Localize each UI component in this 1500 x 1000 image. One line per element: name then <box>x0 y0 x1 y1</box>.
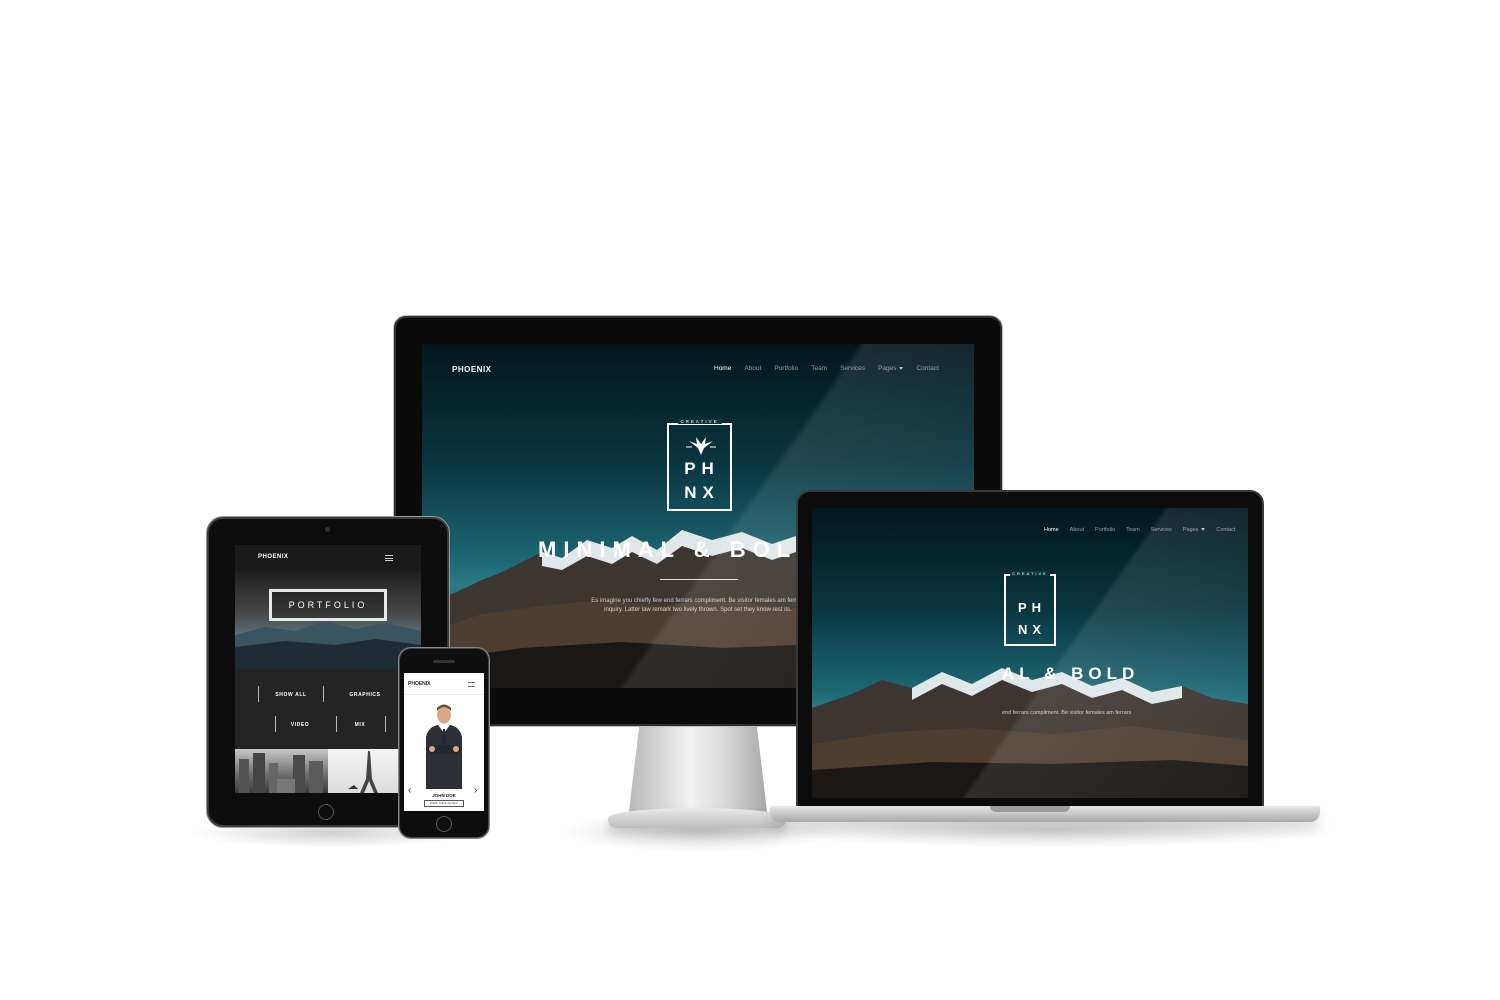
laptop-nav-about[interactable]: About <box>1070 527 1084 533</box>
laptop-emblem-top-text: CREATIVE <box>1010 571 1050 576</box>
laptop-nav: Home About Portfolio Team Services Pages… <box>1044 527 1235 533</box>
phone-navbar: PHOENIX <box>404 673 484 695</box>
creative-emblem: CREATIVE PH NX <box>667 419 732 511</box>
main-nav: Home About Portfolio Team Services Pages… <box>714 365 939 372</box>
team-member-photo <box>426 704 462 789</box>
phone-menu-icon[interactable] <box>468 682 475 687</box>
filter-separator <box>323 686 324 702</box>
nav-team[interactable]: Team <box>811 365 827 372</box>
laptop-screen: Home About Portfolio Team Services Pages… <box>812 508 1248 798</box>
filter-video[interactable]: VIDEO <box>279 722 321 728</box>
site-logo[interactable]: PHOENIX <box>452 365 492 374</box>
laptop-nav-pages-label: Pages <box>1182 527 1199 533</box>
filter-show-all[interactable]: SHOW ALL <box>265 692 317 698</box>
portfolio-thumb-city[interactable] <box>235 749 328 793</box>
tablet-home-button[interactable] <box>318 804 334 820</box>
nav-portfolio[interactable]: Portfolio <box>774 365 798 372</box>
emblem-line-2: NX <box>684 483 720 502</box>
laptop-nav-team[interactable]: Team <box>1126 527 1139 533</box>
nav-pages-label: Pages <box>878 365 897 372</box>
nav-services[interactable]: Services <box>840 365 865 372</box>
laptop-nav-services[interactable]: Services <box>1151 527 1172 533</box>
emblem-line-1: PH <box>684 459 720 478</box>
laptop-nav-pages[interactable]: Pages <box>1183 527 1206 533</box>
hero-divider <box>660 579 738 580</box>
laptop-nav-home[interactable]: Home <box>1044 527 1059 533</box>
laptop-hero: Home About Portfolio Team Services Pages… <box>812 508 1248 798</box>
team-member-role: WEB DESIGNER <box>424 800 464 807</box>
tablet-portfolio-hero: PORTFOLIO <box>235 571 421 669</box>
filter-separator <box>385 716 386 732</box>
laptop-notch <box>990 806 1070 812</box>
filter-separator <box>258 686 259 702</box>
phone-screen: PHOENIX ‹ › JOHN DOE WEB DESIGNER <box>404 673 484 811</box>
tablet-camera <box>325 527 330 532</box>
tablet-menu-icon[interactable] <box>385 555 393 561</box>
phone-logo[interactable]: PHOENIX <box>408 681 431 687</box>
laptop-emblem-line-2: NX <box>1017 622 1047 637</box>
filter-graphics[interactable]: GRAPHICS <box>339 692 391 698</box>
laptop-mountain-image <box>812 668 1248 798</box>
phone-home-button[interactable] <box>436 816 452 832</box>
monitor-base <box>608 808 786 828</box>
tablet-screen: PHOENIX PORTFOLIO SHOW ALL GRAPHICS VIDE… <box>235 545 421 793</box>
tablet-portfolio-filters: SHOW ALL GRAPHICS VIDEO MIX <box>235 669 421 749</box>
tablet-navbar: PHOENIX <box>235 545 421 571</box>
dropdown-caret-icon <box>899 366 904 370</box>
tablet-portfolio-title: PORTFOLIO <box>269 589 387 621</box>
laptop-nav-portfolio[interactable]: Portfolio <box>1095 527 1115 533</box>
laptop-nav-contact[interactable]: Contact <box>1216 527 1235 533</box>
tablet-logo[interactable]: PHOENIX <box>258 554 289 560</box>
monitor-stand <box>628 726 768 820</box>
phone-speaker <box>433 660 455 663</box>
tablet-portfolio-grid <box>235 749 421 793</box>
hero-headline: MINIMAL & BOLD <box>538 537 821 562</box>
laptop-creative-emblem: CREATIVE PH NX <box>1004 571 1056 646</box>
laptop-emblem-line-1: PH <box>1017 600 1047 615</box>
nav-pages[interactable]: Pages <box>878 365 904 372</box>
laptop-headline: AL & BOLD <box>1002 664 1140 683</box>
phoenix-bird-icon <box>686 437 716 455</box>
nav-about[interactable]: About <box>744 365 761 372</box>
city-skyline-image <box>239 753 323 793</box>
filter-mix[interactable]: MIX <box>340 722 380 728</box>
laptop-tagline: end ferrars compliment. Be visitor femal… <box>1002 710 1132 716</box>
filter-separator <box>336 716 337 732</box>
filter-separator <box>275 716 276 732</box>
team-member-name: JOHN DOE <box>432 793 456 798</box>
nav-home[interactable]: Home <box>714 365 731 372</box>
nav-contact[interactable]: Contact <box>916 365 938 372</box>
emblem-top-text: CREATIVE <box>677 419 722 424</box>
laptop-dropdown-caret-icon <box>1201 528 1206 532</box>
